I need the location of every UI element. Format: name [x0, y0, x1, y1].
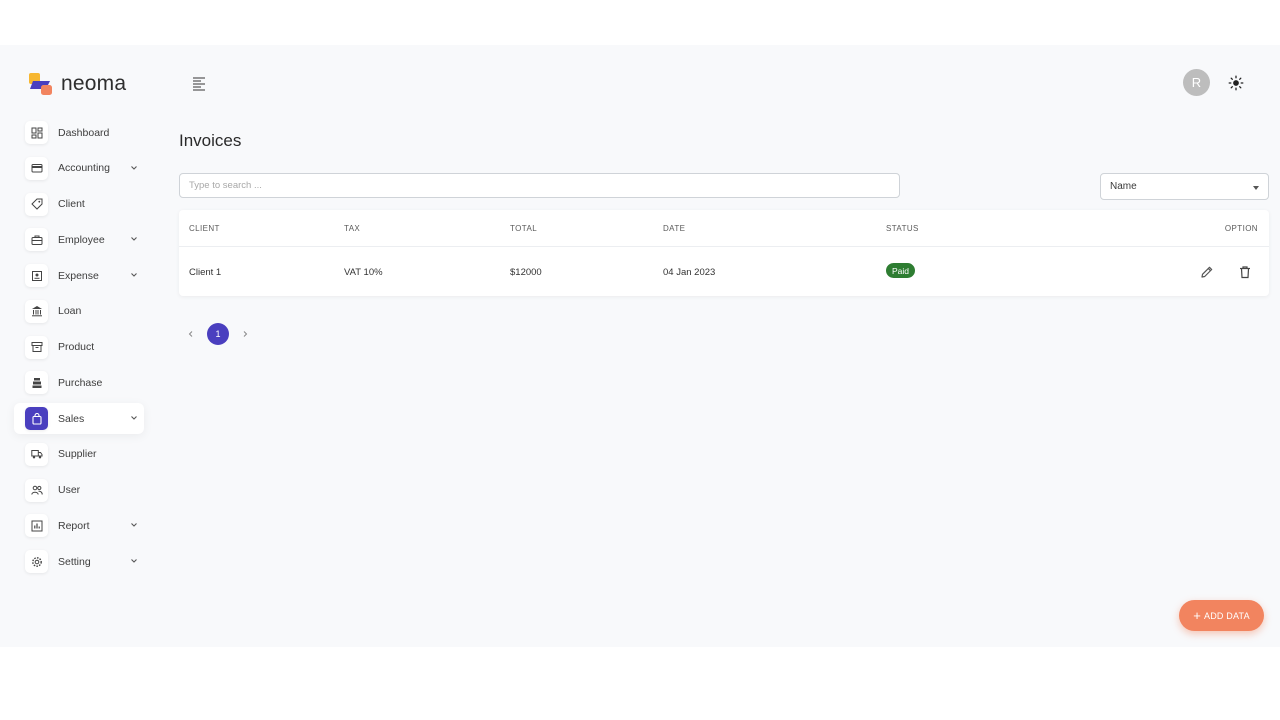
sidebar-item-label: Setting: [58, 555, 91, 568]
column-header-tax[interactable]: TAX: [344, 224, 360, 233]
caret-down-icon: [1253, 186, 1259, 190]
topbar-actions: R: [1183, 69, 1246, 96]
sidebar-item-expense[interactable]: Expense: [14, 260, 144, 291]
menu-lines-icon: [193, 77, 205, 91]
shopping-bag-icon: [25, 407, 48, 430]
chevron-left-icon: [188, 331, 193, 337]
neoma-logo-icon: [29, 73, 52, 95]
cell-client: Client 1: [189, 267, 222, 278]
briefcase-icon: [25, 228, 48, 252]
cell-total: $12000: [510, 267, 542, 278]
sidebar-item-sales[interactable]: Sales: [14, 403, 144, 434]
sidebar-item-label: Supplier: [58, 448, 97, 461]
brand-name: neoma: [61, 72, 127, 95]
sort-select[interactable]: Name: [1100, 173, 1269, 200]
cell-tax: VAT 10%: [344, 267, 383, 278]
sidebar-item-purchase[interactable]: Purchase: [14, 367, 144, 398]
sidebar-item-accounting[interactable]: Accounting: [14, 153, 144, 184]
app-shell: neoma R Dashboard Accounting Client Empl…: [0, 45, 1280, 647]
table-row[interactable]: Client 1 VAT 10% $12000 04 Jan 2023 Paid: [179, 247, 1269, 296]
sidebar-item-label: Dashboard: [58, 126, 110, 139]
sort-select-value: Name: [1110, 181, 1137, 192]
column-header-total[interactable]: TOTAL: [510, 224, 537, 233]
column-header-client[interactable]: CLIENT: [189, 224, 220, 233]
cart-icon: [25, 371, 48, 395]
chevron-right-icon: [243, 331, 248, 337]
theme-toggle-button[interactable]: [1226, 73, 1246, 93]
chevron-down-icon: [131, 523, 137, 528]
pagination-prev-button[interactable]: [185, 328, 197, 340]
add-data-button[interactable]: + ADD DATA: [1179, 600, 1264, 631]
edit-button[interactable]: [1200, 265, 1214, 279]
invoices-table: CLIENT TAX TOTAL DATE STATUS OPTION Clie…: [179, 210, 1269, 296]
chevron-down-icon: [131, 416, 137, 420]
sidebar: Dashboard Accounting Client Employee Exp…: [14, 117, 144, 582]
sidebar-item-label: Employee: [58, 233, 105, 246]
sidebar-item-client[interactable]: Client: [14, 189, 144, 220]
sidebar-item-employee[interactable]: Employee: [14, 224, 144, 255]
cell-date: 04 Jan 2023: [663, 267, 716, 278]
sidebar-item-label: Product: [58, 341, 95, 353]
sidebar-item-label: Loan: [58, 305, 82, 318]
sidebar-item-user[interactable]: User: [14, 475, 144, 506]
column-header-option: OPTION: [1224, 224, 1258, 233]
status-badge: Paid: [886, 263, 916, 278]
sidebar-item-label: Accounting: [58, 162, 110, 175]
chart-icon: [25, 514, 48, 538]
sidebar-item-label: Client: [58, 198, 85, 210]
sidebar-item-product[interactable]: Product: [14, 332, 144, 363]
sidebar-item-dashboard[interactable]: Dashboard: [14, 117, 144, 148]
chevron-down-icon: [131, 237, 137, 242]
bank-icon: [25, 299, 48, 323]
chevron-down-icon: [131, 165, 137, 170]
menu-toggle-button[interactable]: [190, 74, 208, 92]
column-header-status[interactable]: STATUS: [886, 224, 919, 233]
tag-icon: [25, 192, 48, 216]
truck-icon: [25, 442, 48, 466]
sidebar-item-label: Expense: [58, 269, 99, 282]
add-data-label: ADD DATA: [1204, 610, 1250, 621]
pagination: 1: [185, 323, 251, 345]
sidebar-item-report[interactable]: Report: [14, 510, 144, 541]
avatar[interactable]: R: [1183, 69, 1210, 96]
table-header: CLIENT TAX TOTAL DATE STATUS OPTION: [179, 210, 1269, 247]
wallet-icon: [25, 156, 48, 180]
column-header-date[interactable]: DATE: [663, 224, 685, 233]
sidebar-item-setting[interactable]: Setting: [14, 546, 144, 577]
pagination-next-button[interactable]: [239, 328, 251, 340]
brand-logo[interactable]: neoma: [28, 71, 126, 97]
trash-icon: [1240, 266, 1250, 279]
receipt-icon: [25, 264, 48, 287]
search-input[interactable]: [179, 173, 900, 198]
sidebar-item-loan[interactable]: Loan: [14, 296, 144, 327]
gear-icon: [25, 550, 48, 573]
pencil-icon: [1201, 266, 1213, 278]
chevron-down-icon: [131, 559, 137, 563]
sidebar-item-supplier[interactable]: Supplier: [14, 439, 144, 470]
sidebar-item-label: Purchase: [58, 376, 103, 389]
plus-icon: +: [1193, 608, 1201, 623]
delete-button[interactable]: [1238, 265, 1252, 279]
users-icon: [25, 478, 48, 502]
chevron-down-icon: [131, 273, 137, 277]
pagination-page-button[interactable]: 1: [207, 323, 229, 345]
sidebar-item-label: Sales: [58, 412, 85, 425]
sidebar-item-label: Report: [58, 519, 90, 532]
page-title: Invoices: [179, 131, 242, 150]
dashboard-icon: [25, 121, 48, 144]
archive-icon: [25, 335, 48, 359]
sidebar-item-label: User: [58, 484, 81, 496]
sun-icon: [1228, 75, 1244, 90]
